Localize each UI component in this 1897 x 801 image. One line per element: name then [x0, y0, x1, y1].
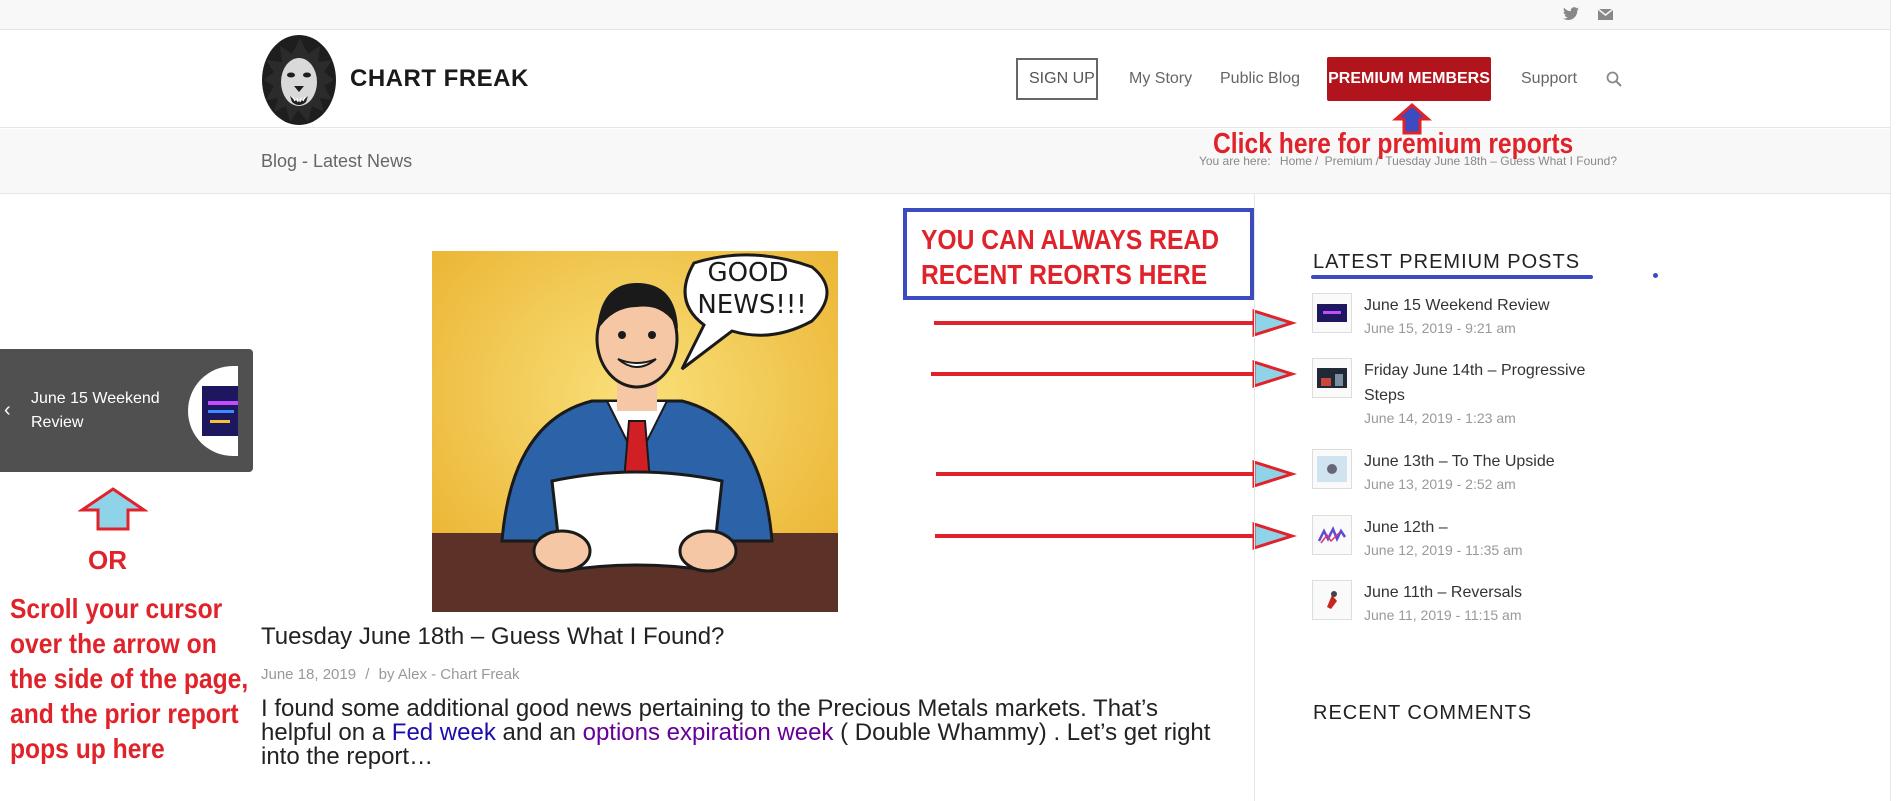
sidebar-post-date: June 13, 2019 - 2:52 am: [1364, 476, 1516, 492]
page-title: Blog - Latest News: [261, 151, 413, 171]
excerpt-text-b: and an: [495, 719, 583, 746]
bubble-line-2: NEWS!!!: [697, 290, 806, 320]
nav-my-story[interactable]: My Story: [1129, 57, 1192, 101]
sidebar-post-title[interactable]: June 15 Weekend Review: [1364, 293, 1614, 318]
slideout-thumbnail[interactable]: [188, 366, 238, 456]
arrow-3-icon: [936, 459, 1297, 489]
latest-premium-posts-heading: LATEST PREMIUM POSTS: [1313, 251, 1581, 273]
post-featured-image[interactable]: GOOD NEWS!!!: [432, 251, 838, 612]
nav-premium-members-button[interactable]: PREMIUM MEMBERS: [1327, 57, 1491, 101]
sidebar-post-date: June 14, 2019 - 1:23 am: [1364, 410, 1516, 426]
scroll-hint-line: Scroll your cursor: [10, 593, 223, 624]
previous-arrow-icon[interactable]: ‹: [4, 399, 11, 422]
meta-by: by: [378, 666, 395, 683]
post-thumbnail[interactable]: [1312, 515, 1352, 555]
previous-post-slideout[interactable]: ‹ June 15 Weekend Review: [0, 349, 253, 472]
up-arrow-slideout-annotation-icon: [78, 487, 148, 531]
title-bar: Blog - Latest News You are here: Home / P…: [0, 129, 1890, 194]
scroll-hint-line: and the prior report: [10, 698, 239, 729]
lion-logo-icon: [262, 35, 336, 125]
sidebar-post-date: June 12, 2019 - 11:35 am: [1364, 542, 1523, 558]
recent-reports-callout: YOU CAN ALWAYS READ RECENT REORTS HERE: [903, 208, 1254, 300]
post-thumbnail[interactable]: [1312, 358, 1352, 398]
search-icon[interactable]: [1606, 57, 1622, 101]
site-header: CHART FREAK SIGN UP My Story Public Blog…: [0, 30, 1890, 128]
post-thumbnail[interactable]: [1312, 449, 1352, 489]
post-excerpt: I found some additional good news pertai…: [261, 697, 1211, 769]
heading-underline-annotation: [1311, 275, 1593, 279]
sidebar-post-title[interactable]: June 11th – Reversals: [1364, 580, 1614, 605]
window-edge: [1890, 0, 1897, 801]
scroll-hint-line: over the arrow on: [10, 628, 217, 659]
scroll-hint-annotation: Scroll your cursor over the arrow on the…: [10, 591, 248, 766]
meta-separator: /: [365, 666, 370, 683]
pointer-arrows-annotation: [931, 308, 1297, 551]
arrow-4-icon: [935, 521, 1297, 551]
sidebar-post-date: June 15, 2019 - 9:21 am: [1364, 320, 1516, 336]
callout-line-2: RECENT REORTS HERE: [921, 259, 1208, 290]
bubble-line-1: GOOD: [707, 258, 788, 288]
sidebar-post-title[interactable]: Friday June 14th – Progressive Steps: [1364, 358, 1614, 408]
nav-public-blog[interactable]: Public Blog: [1220, 57, 1300, 101]
slideout-title[interactable]: June 15 Weekend Review: [31, 387, 171, 435]
options-expiration-link[interactable]: options expiration week: [583, 719, 834, 746]
post-thumbnail[interactable]: [1312, 293, 1352, 333]
sidebar-post-date: June 11, 2019 - 11:15 am: [1364, 607, 1522, 623]
twitter-icon[interactable]: [1560, 3, 1582, 25]
post-meta: June 18, 2019 / by Alex - Chart Freak: [261, 666, 520, 683]
fed-week-link[interactable]: Fed week: [392, 719, 496, 746]
sidebar-post-title[interactable]: June 13th – To The Upside: [1364, 449, 1614, 474]
or-annotation: OR: [88, 545, 127, 575]
top-utility-bar: [0, 0, 1890, 30]
site-logo[interactable]: CHART FREAK: [260, 30, 529, 128]
scroll-hint-line: pops up here: [10, 733, 165, 764]
arrow-1-icon: [934, 308, 1297, 338]
nav-signup-button[interactable]: SIGN UP: [1016, 58, 1098, 100]
arrow-2-icon: [931, 359, 1297, 389]
nav-support[interactable]: Support: [1521, 57, 1577, 101]
logo-text: CHART FREAK: [350, 65, 529, 92]
post-date: June 18, 2019: [261, 666, 357, 683]
mail-icon[interactable]: [1594, 3, 1616, 25]
callout-line-1: YOU CAN ALWAYS READ: [921, 224, 1220, 255]
premium-hint-annotation: Click here for premium reports: [1213, 128, 1574, 160]
scroll-hint-line: the side of the page,: [10, 663, 249, 694]
sidebar-divider: [1254, 194, 1255, 801]
post-thumbnail[interactable]: [1312, 580, 1352, 620]
post-author[interactable]: Alex - Chart Freak: [398, 666, 520, 683]
good-news-illustration-icon: GOOD NEWS!!!: [432, 251, 838, 612]
sidebar-post-title[interactable]: June 12th –: [1364, 515, 1614, 540]
post-title[interactable]: Tuesday June 18th – Guess What I Found?: [261, 623, 724, 651]
recent-comments-heading: RECENT COMMENTS: [1313, 702, 1533, 724]
blue-dot-annotation: [1653, 273, 1658, 278]
